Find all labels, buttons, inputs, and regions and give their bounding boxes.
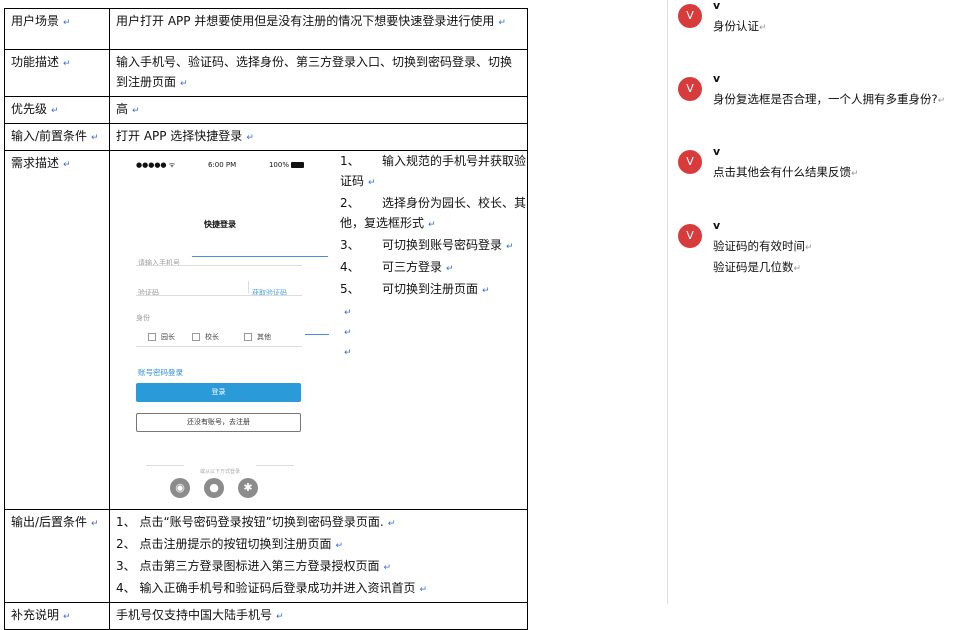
comment-text: 验证码是几位数↵ (713, 260, 802, 274)
table-row: 功能描述 ↵ 输入手机号、验证码、选择身份、第三方登录入口、切换到密码登录、切换到… (4, 49, 528, 97)
row-label: 用户场景 ↵ (4, 8, 110, 50)
comment-author: v (713, 0, 721, 12)
list-item: 4、 输入正确手机号和验证码后登录成功并进入资讯首页 ↵ (116, 581, 427, 595)
row-label: 输入/前置条件 ↵ (4, 123, 110, 151)
comment-text: 身份复选框是否合理，一个人拥有多重身份?↵ (713, 92, 946, 106)
status-time: 6:00 PM (207, 161, 237, 169)
table-row: 补充说明 ↵ 手机号仅支持中国大陆手机号 ↵ (4, 602, 528, 630)
row-content: 高 ↵ (109, 96, 528, 124)
comment-author: v (713, 219, 721, 232)
phone-input[interactable]: 请输入手机号 (138, 253, 180, 273)
table-row: 优先级 ↵ 高 ↵ (4, 96, 528, 124)
table-row: 需求描述 ↵ ●●●●● ᯤ 6:00 PM 100% 快捷登录 请输入手机号 验… (4, 150, 530, 510)
row-label: 补充说明 ↵ (4, 602, 110, 630)
phone-mockup: ●●●●● ᯤ 6:00 PM 100% 快捷登录 请输入手机号 验证码 获取验… (128, 151, 312, 509)
annotation-line (305, 334, 329, 335)
row-content: 1、 点击“账号密码登录按钮”切换到密码登录页面. ↵ 2、 点击注册提示的按钮切… (109, 509, 528, 603)
comment-text: 身份认证↵ (713, 19, 767, 33)
avatar: V (678, 150, 702, 174)
list-item: 2、 点击注册提示的按钮切换到注册页面 ↵ (116, 537, 343, 551)
comment-pane-divider (667, 0, 668, 604)
requirements-table: 用户场景 ↵ 用户打开 APP 并想要使用但是没有注册的情况下想要快速登录进行使用… (4, 8, 528, 630)
row-content: 手机号仅支持中国大陆手机号 ↵ (109, 602, 528, 630)
signal-wifi-icon: ●●●●● ᯤ (136, 161, 176, 169)
comment-author: v (713, 72, 721, 85)
requirement-steps: 1、 输入规范的手机号并获取验证码 ↵ 2、 选择身份为园长、校长、其他，复选框形式 ↵… (340, 151, 530, 361)
list-item: 1、 输入规范的手机号并获取验证码 ↵ (340, 154, 527, 188)
weibo-icon[interactable]: ◉ (170, 478, 190, 498)
role-checkbox-principal[interactable]: 园长 (148, 327, 175, 347)
row-label: 输出/后置条件 ↵ (4, 509, 110, 603)
page-title: 快捷登录 (204, 220, 236, 229)
checkbox-icon (148, 333, 156, 341)
row-content: 打开 APP 选择快捷登录 ↵ (109, 123, 528, 151)
divider (136, 295, 302, 296)
table-row: 输出/后置条件 ↵ 1、 点击“账号密码登录按钮”切换到密码登录页面. ↵ 2、 点… (4, 509, 528, 603)
divider (136, 346, 302, 347)
list-item: 1、 点击“账号密码登录按钮”切换到密码登录页面. ↵ (116, 515, 396, 529)
comment-text: 点击其他会有什么结果反馈↵ (713, 165, 859, 179)
code-input[interactable]: 验证码 (138, 283, 159, 303)
checkbox-icon (244, 333, 252, 341)
table-row: 输入/前置条件 ↵ 打开 APP 选择快捷登录 ↵ (4, 123, 528, 151)
table-row: 用户场景 ↵ 用户打开 APP 并想要使用但是没有注册的情况下想要快速登录进行使用… (4, 8, 528, 50)
register-button[interactable]: 还没有账号，去注册 (136, 413, 301, 432)
requirement-description-cell: ●●●●● ᯤ 6:00 PM 100% 快捷登录 请输入手机号 验证码 获取验… (109, 150, 530, 510)
requirements-document: 用户场景 ↵ 用户打开 APP 并想要使用但是没有注册的情况下想要快速登录进行使用… (4, 8, 528, 630)
row-label: 需求描述 ↵ (4, 150, 110, 510)
list-item: 3、 可切换到账号密码登录 ↵ (340, 238, 514, 252)
avatar: V (678, 77, 702, 101)
role-checkbox-other[interactable]: 其他 (244, 327, 271, 347)
wechat-icon[interactable]: ✱ (238, 478, 258, 498)
comment-author: v (713, 145, 721, 158)
row-content: 用户打开 APP 并想要使用但是没有注册的情况下想要快速登录进行使用 ↵ (109, 8, 528, 50)
divider (136, 265, 302, 266)
list-item: 3、 点击第三方登录图标进入第三方登录授权页面 ↵ (116, 559, 391, 573)
password-login-link[interactable]: 账号密码登录 (138, 363, 183, 383)
get-code-button[interactable]: 获取验证码 (252, 283, 287, 303)
row-content: 输入手机号、验证码、选择身份、第三方登录入口、切换到密码登录、切换到注册页面 ↵ (109, 49, 528, 97)
battery-icon (290, 162, 304, 168)
avatar: V (678, 224, 702, 248)
login-button[interactable]: 登录 (136, 383, 301, 402)
list-item: 4、 可三方登录 ↵ (340, 260, 454, 274)
avatar: V (678, 4, 702, 28)
qq-icon[interactable]: ● (204, 478, 224, 498)
battery-indicator: 100% (269, 155, 304, 175)
status-bar: ●●●●● ᯤ 6:00 PM 100% (136, 155, 304, 175)
divider (256, 465, 294, 466)
identity-label: 身份 (136, 314, 150, 322)
row-label: 功能描述 ↵ (4, 49, 110, 97)
list-item: 2、 选择身份为园长、校长、其他，复选框形式 ↵ (340, 196, 527, 230)
row-label: 优先级 ↵ (4, 96, 110, 124)
divider (248, 281, 249, 293)
checkbox-icon (192, 333, 200, 341)
list-item: 5、 可切换到注册页面 ↵ (340, 282, 490, 296)
comment-text: 验证码的有效时间↵ (713, 239, 813, 253)
role-checkbox-headmaster[interactable]: 校长 (192, 327, 219, 347)
annotation-line (192, 256, 328, 257)
